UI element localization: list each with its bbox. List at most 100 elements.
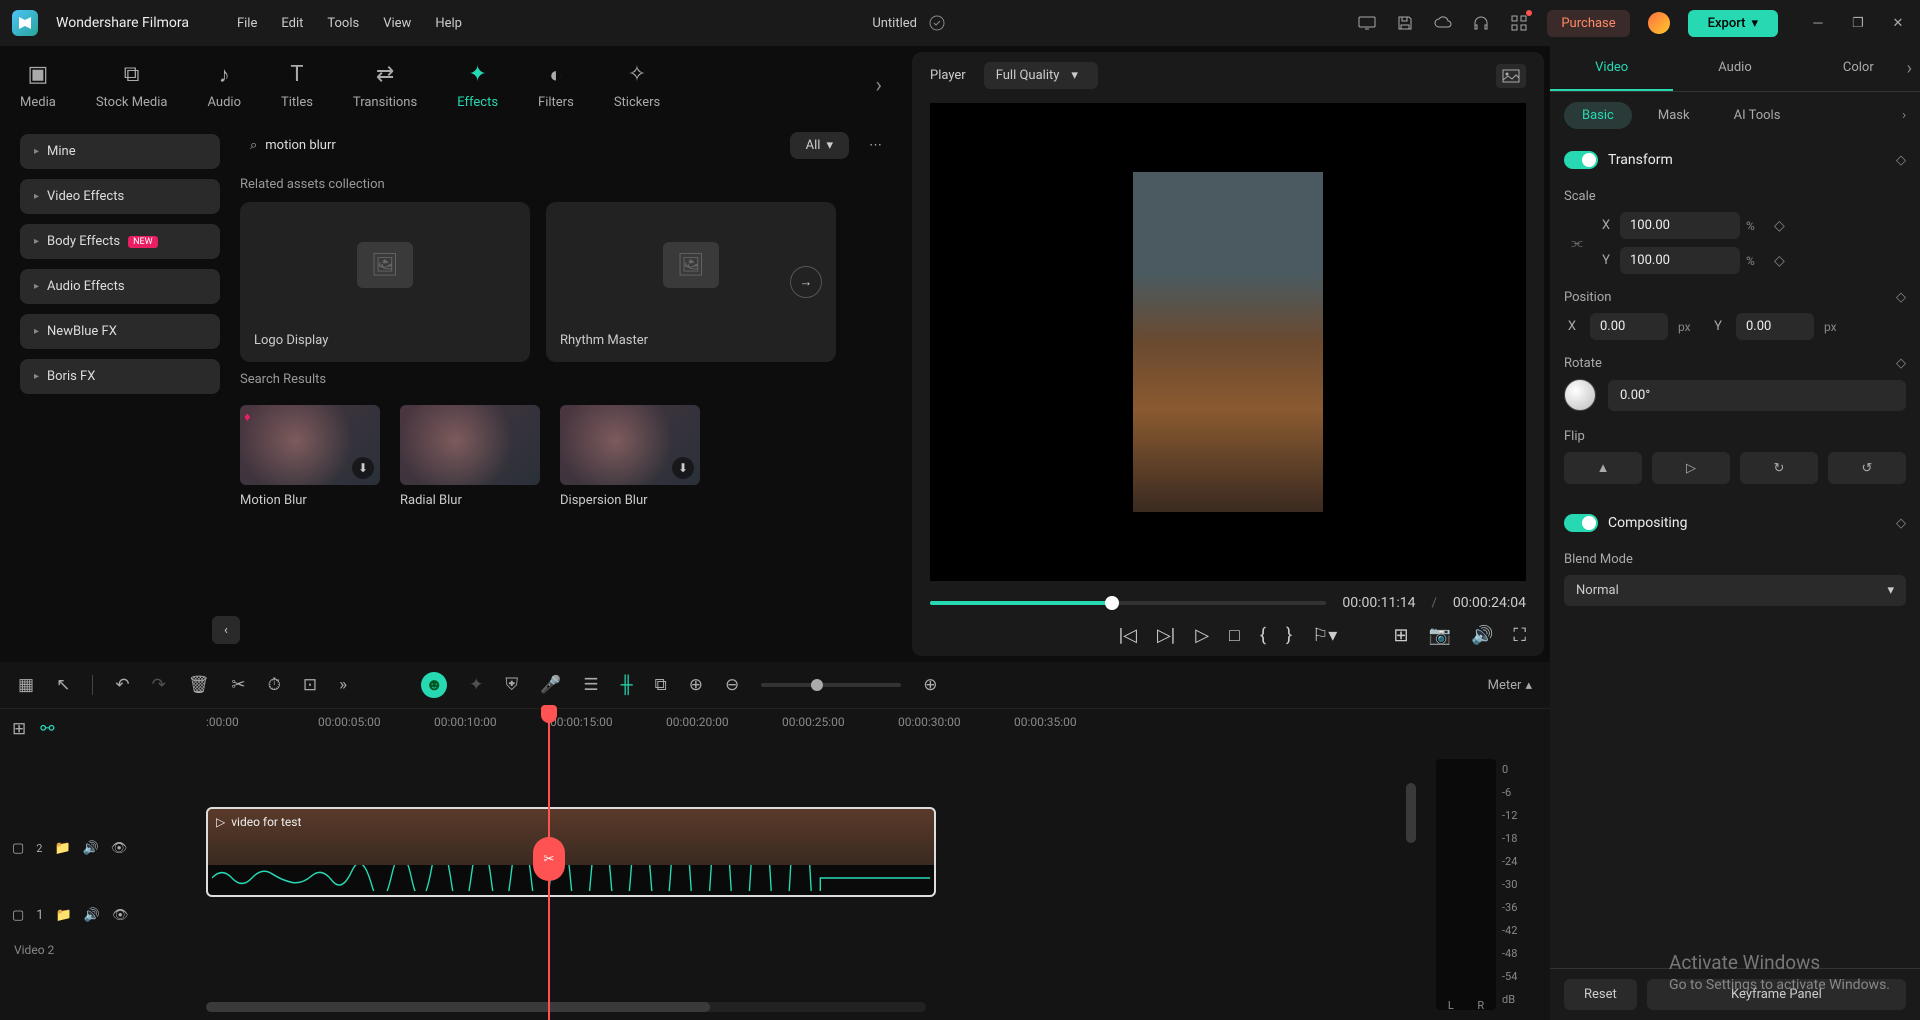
add-marker-icon[interactable]: ⊕ [689, 675, 703, 695]
overlap-icon[interactable]: ⧉ [655, 675, 667, 695]
ribbon-filters[interactable]: ◐Filters [538, 61, 574, 110]
keyframe-icon[interactable]: ◇ [1896, 516, 1906, 531]
scale-x-input[interactable] [1620, 212, 1740, 239]
clip-video-for-test[interactable]: ▷video for test [206, 807, 936, 897]
time-ruler[interactable]: :00:00 00:00:05:00 00:00:10:00 00:00:15:… [200, 709, 1550, 749]
play-icon[interactable]: ▷ [1195, 625, 1209, 646]
zoom-slider[interactable] [761, 683, 901, 687]
volume-icon[interactable]: 🔊 [1471, 625, 1493, 646]
inspector-next-icon[interactable]: › [1907, 58, 1912, 79]
thumbnail-icon[interactable] [1496, 64, 1526, 88]
pos-y-input[interactable] [1736, 313, 1814, 340]
ribbon-effects[interactable]: ✦Effects [457, 61, 498, 110]
timeline-tracks[interactable]: :00:00 00:00:05:00 00:00:10:00 00:00:15:… [200, 709, 1550, 1020]
more-tools-icon[interactable]: » [339, 675, 347, 695]
keyframe-panel-button[interactable]: Keyframe Panel [1647, 979, 1906, 1010]
keyframe-icon[interactable]: ◇ [1896, 356, 1906, 371]
cloud-icon[interactable] [1433, 13, 1453, 33]
card-next-icon[interactable]: → [790, 266, 822, 298]
tab-color[interactable]: Color [1797, 46, 1920, 91]
flip-horizontal[interactable]: ▲ [1564, 452, 1642, 484]
rotate-input[interactable] [1608, 380, 1906, 411]
timeline-vscroll[interactable] [1406, 783, 1416, 843]
result-motion-blur[interactable]: ♦⬇ Motion Blur [240, 405, 380, 508]
subtab-basic[interactable]: Basic [1564, 102, 1632, 129]
quality-select[interactable]: Full Quality▾ [984, 62, 1098, 89]
redo-icon[interactable]: ↷ [152, 675, 166, 695]
result-dispersion-blur[interactable]: ⬇ Dispersion Blur [560, 405, 700, 508]
keyframe-icon[interactable]: ◇ [1774, 218, 1785, 234]
menu-help[interactable]: Help [435, 16, 462, 31]
sidebar-body-effects[interactable]: ▸Body EffectsNEW [20, 224, 220, 259]
menu-tools[interactable]: Tools [327, 16, 359, 31]
result-radial-blur[interactable]: Radial Blur [400, 405, 540, 508]
search-input[interactable]: ⌕ motion blurr [240, 132, 778, 159]
split-button[interactable]: ✂ [533, 837, 565, 881]
purchase-button[interactable]: Purchase [1547, 10, 1629, 37]
save-status-icon[interactable] [927, 13, 947, 33]
zoom-out-icon[interactable]: ⊖ [725, 675, 739, 695]
mark-out-icon[interactable]: } [1286, 625, 1292, 646]
transform-toggle[interactable] [1564, 151, 1598, 169]
smiley-icon[interactable]: ☻ [421, 672, 447, 698]
ribbon-transitions[interactable]: ⇄Transitions [353, 61, 417, 110]
apps-icon[interactable] [1509, 13, 1529, 33]
progress-bar[interactable] [930, 601, 1326, 605]
sidebar-mine[interactable]: ▸Mine [20, 134, 220, 169]
folder-icon[interactable]: 📁 [56, 908, 72, 923]
reset-button[interactable]: Reset [1564, 979, 1637, 1010]
timeline-hscroll[interactable] [206, 1002, 926, 1012]
align-icon[interactable]: ╫ [621, 675, 633, 695]
filter-select[interactable]: All▾ [790, 132, 849, 159]
mark-in-icon[interactable]: { [1260, 625, 1266, 646]
sidebar-audio-effects[interactable]: ▸Audio Effects [20, 269, 220, 304]
tab-audio[interactable]: Audio [1673, 46, 1796, 91]
keyframe-icon[interactable]: ◇ [1774, 253, 1785, 269]
headphones-icon[interactable] [1471, 13, 1491, 33]
download-icon[interactable]: ⬇ [352, 457, 374, 479]
minimize-icon[interactable]: ─ [1808, 13, 1828, 33]
undo-icon[interactable]: ↶ [115, 675, 129, 695]
subtab-next-icon[interactable]: › [1902, 108, 1906, 123]
marker-icon[interactable]: ⚐▾ [1312, 625, 1337, 646]
scale-y-input[interactable] [1620, 247, 1740, 274]
ribbon-stock-media[interactable]: ⧉Stock Media [96, 61, 168, 110]
avatar[interactable] [1648, 12, 1670, 34]
sidebar-collapse[interactable]: ‹ [212, 616, 240, 644]
crop-icon[interactable]: ⊡ [303, 675, 317, 695]
cut-icon[interactable]: ✂ [231, 675, 245, 695]
subtab-mask[interactable]: Mask [1640, 102, 1708, 129]
keyframe-icon[interactable]: ◇ [1896, 290, 1906, 305]
track-header-v1[interactable]: ▢1 📁 🔊 👁 [0, 897, 200, 933]
display-icon[interactable] [1357, 13, 1377, 33]
sparkle-icon[interactable]: ✦ [469, 675, 483, 695]
blendmode-select[interactable]: Normal▾ [1564, 575, 1906, 606]
step-back-icon[interactable]: ▷| [1157, 625, 1175, 646]
ribbon-media[interactable]: ▣Media [20, 61, 56, 110]
prev-frame-icon[interactable]: |◁ [1119, 625, 1137, 646]
compositing-toggle[interactable] [1564, 514, 1598, 532]
save-icon[interactable] [1395, 13, 1415, 33]
sidebar-boris[interactable]: ▸Boris FX [20, 359, 220, 394]
ribbon-audio[interactable]: ♪Audio [208, 61, 241, 110]
pos-x-input[interactable] [1590, 313, 1668, 340]
insert-track-icon[interactable]: ⊞ [12, 719, 26, 739]
track-header-v2[interactable]: ▢2 📁 🔊 👁 [0, 799, 200, 897]
menu-edit[interactable]: Edit [281, 16, 303, 31]
more-icon[interactable]: ⋯ [861, 134, 890, 157]
mic-icon[interactable]: 🎤 [540, 675, 561, 695]
sidebar-video-effects[interactable]: ▸Video Effects [20, 179, 220, 214]
fullscreen-icon[interactable]: ⛶ [1513, 625, 1526, 646]
speaker-icon[interactable]: 🔊 [83, 841, 99, 856]
rotate-dial[interactable] [1564, 379, 1596, 411]
link-icon[interactable]: ⚯ [40, 719, 54, 739]
zoom-in-icon[interactable]: ⊕ [923, 675, 937, 695]
select-icon[interactable]: ↖ [56, 675, 70, 695]
lock-icon[interactable]: ⫘ [1571, 236, 1583, 251]
snapshot-icon[interactable]: 📷 [1429, 625, 1451, 646]
subtab-aitools[interactable]: AI Tools [1716, 102, 1799, 129]
grid-icon[interactable]: ▦ [18, 675, 34, 695]
download-icon[interactable]: ⬇ [672, 457, 694, 479]
ribbon-next-icon[interactable]: › [875, 73, 882, 98]
card-logo-display[interactable]: 🖼 Logo Display [240, 202, 530, 362]
